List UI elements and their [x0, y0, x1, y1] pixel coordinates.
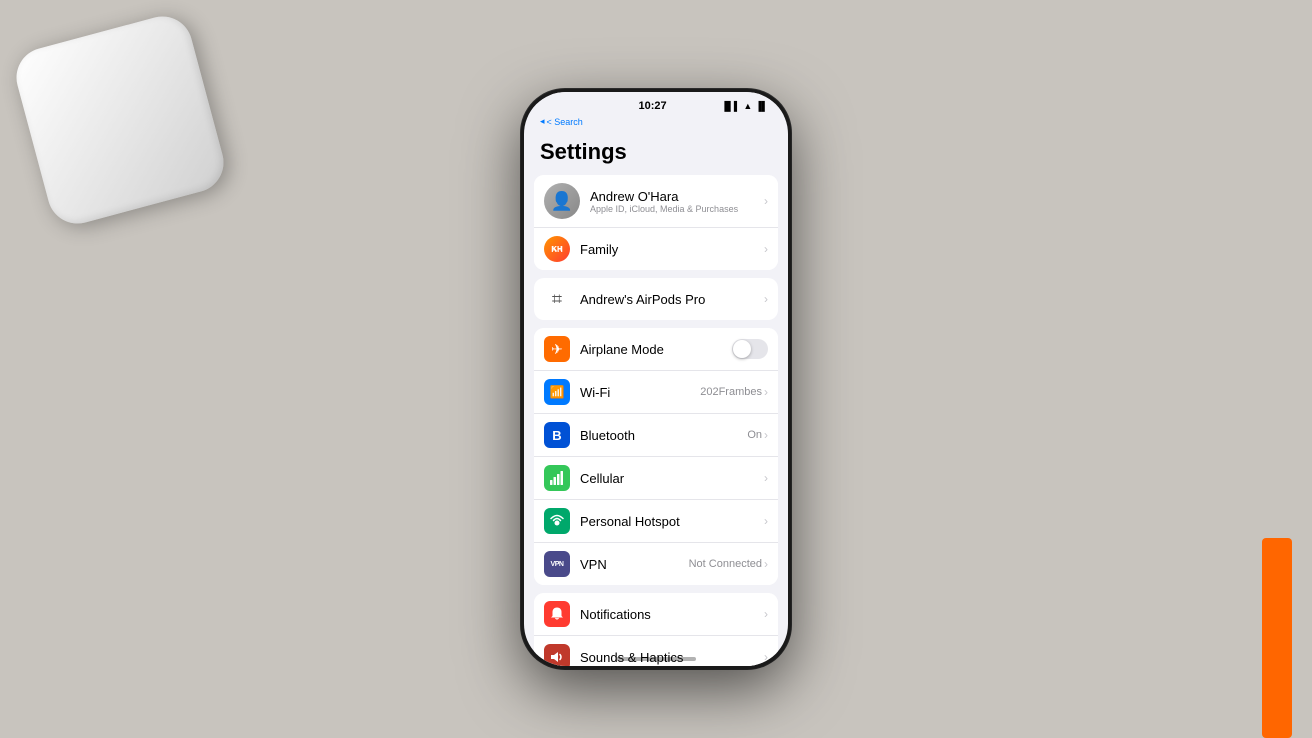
airpods-right: ›	[764, 292, 768, 306]
battery-icon: ▐▌	[755, 101, 768, 111]
airpods-icon: ⌗	[544, 286, 570, 312]
phone-screen: 10:27 ▐▌▌ ▲ ▐▌ ◂ < Search Settings	[524, 92, 788, 666]
settings-content: 👤 Andrew O'Hara Apple ID, iCloud, Media …	[524, 175, 788, 666]
chevron-icon: ›	[764, 428, 768, 442]
chevron-icon: ›	[764, 650, 768, 664]
back-navigation[interactable]: ◂ < Search	[524, 116, 788, 131]
hotspot-content: Personal Hotspot	[580, 514, 764, 529]
notifications-icon	[544, 601, 570, 627]
profile-avatar: 👤	[544, 183, 580, 219]
sounds-right: ›	[764, 650, 768, 664]
hotspot-row[interactable]: Personal Hotspot ›	[534, 500, 778, 543]
status-icons: ▐▌▌ ▲ ▐▌	[721, 101, 768, 111]
settings-title: Settings	[524, 131, 788, 175]
family-avatar: KH	[544, 236, 570, 262]
cellular-content: Cellular	[580, 471, 764, 486]
back-label: < Search	[547, 117, 583, 127]
airpods-label: Andrew's AirPods Pro	[580, 292, 764, 307]
vpn-icon: VPN	[544, 551, 570, 577]
bluetooth-right: On ›	[747, 428, 768, 442]
wifi-content: Wi-Fi	[580, 385, 700, 400]
chevron-icon: ›	[764, 514, 768, 528]
chevron-icon: ›	[764, 385, 768, 399]
cellular-label: Cellular	[580, 471, 764, 486]
airplane-label: Airplane Mode	[580, 342, 732, 357]
chevron-icon: ›	[764, 194, 768, 208]
bluetooth-value: On	[747, 429, 762, 441]
airpods-row[interactable]: ⌗ Andrew's AirPods Pro ›	[534, 278, 778, 320]
wifi-icon: ▲	[743, 101, 752, 111]
vpn-right: Not Connected ›	[689, 557, 768, 571]
profile-section: 👤 Andrew O'Hara Apple ID, iCloud, Media …	[534, 175, 778, 270]
airplane-mode-row[interactable]: ✈ Airplane Mode	[534, 328, 778, 371]
airplane-right	[732, 339, 768, 359]
bluetooth-icon: B	[544, 422, 570, 448]
account-right: ›	[764, 194, 768, 208]
wifi-row[interactable]: 📶 Wi-Fi 202Frambes ›	[534, 371, 778, 414]
wifi-icon: 📶	[544, 379, 570, 405]
account-name: Andrew O'Hara	[590, 189, 764, 204]
airplane-content: Airplane Mode	[580, 342, 732, 357]
connectivity-section: ✈ Airplane Mode 📶 Wi-Fi	[534, 328, 778, 585]
vpn-content: VPN	[580, 557, 689, 572]
wifi-label: Wi-Fi	[580, 385, 700, 400]
account-sublabel: Apple ID, iCloud, Media & Purchases	[590, 204, 764, 214]
hotspot-label: Personal Hotspot	[580, 514, 764, 529]
family-content: Family	[580, 242, 764, 257]
cellular-icon	[544, 465, 570, 491]
sounds-icon	[544, 644, 570, 666]
bluetooth-label: Bluetooth	[580, 428, 747, 443]
cellular-right: ›	[764, 471, 768, 485]
orange-strap-prop	[1262, 538, 1292, 738]
notifications-row[interactable]: Notifications ›	[534, 593, 778, 636]
airpods-content: Andrew's AirPods Pro	[580, 292, 764, 307]
family-right: ›	[764, 242, 768, 256]
notifications-content: Notifications	[580, 607, 764, 622]
notifications-label: Notifications	[580, 607, 764, 622]
cellular-row[interactable]: Cellular ›	[534, 457, 778, 500]
airplane-mode-icon: ✈	[544, 336, 570, 362]
back-arrow: ◂	[540, 116, 545, 127]
chevron-icon: ›	[764, 242, 768, 256]
hotspot-icon	[544, 508, 570, 534]
wifi-right: 202Frambes ›	[700, 385, 768, 399]
system-section: Notifications ›	[534, 593, 778, 666]
chevron-icon: ›	[764, 557, 768, 571]
family-row[interactable]: KH Family ›	[534, 228, 778, 270]
wifi-value: 202Frambes	[700, 386, 762, 398]
chevron-icon: ›	[764, 471, 768, 485]
bluetooth-content: Bluetooth	[580, 428, 747, 443]
vpn-value: Not Connected	[689, 558, 762, 570]
airplane-toggle[interactable]	[732, 339, 768, 359]
account-row[interactable]: 👤 Andrew O'Hara Apple ID, iCloud, Media …	[534, 175, 778, 228]
chevron-icon: ›	[764, 607, 768, 621]
vpn-label: VPN	[580, 557, 689, 572]
family-label: Family	[580, 242, 764, 257]
status-bar: 10:27 ▐▌▌ ▲ ▐▌	[524, 92, 788, 116]
phone-wrapper: 10:27 ▐▌▌ ▲ ▐▌ ◂ < Search Settings	[521, 89, 791, 669]
status-time: 10:27	[639, 100, 667, 112]
home-indicator	[616, 657, 696, 661]
vpn-row[interactable]: VPN VPN Not Connected ›	[534, 543, 778, 585]
phone-device: 10:27 ▐▌▌ ▲ ▐▌ ◂ < Search Settings	[521, 89, 791, 669]
signal-icon: ▐▌▌	[721, 101, 740, 111]
notifications-right: ›	[764, 607, 768, 621]
bluetooth-row[interactable]: B Bluetooth On ›	[534, 414, 778, 457]
hotspot-right: ›	[764, 514, 768, 528]
sounds-row[interactable]: Sounds & Haptics ›	[534, 636, 778, 666]
airpods-section: ⌗ Andrew's AirPods Pro ›	[534, 278, 778, 320]
chevron-icon: ›	[764, 292, 768, 306]
account-content: Andrew O'Hara Apple ID, iCloud, Media & …	[590, 189, 764, 214]
